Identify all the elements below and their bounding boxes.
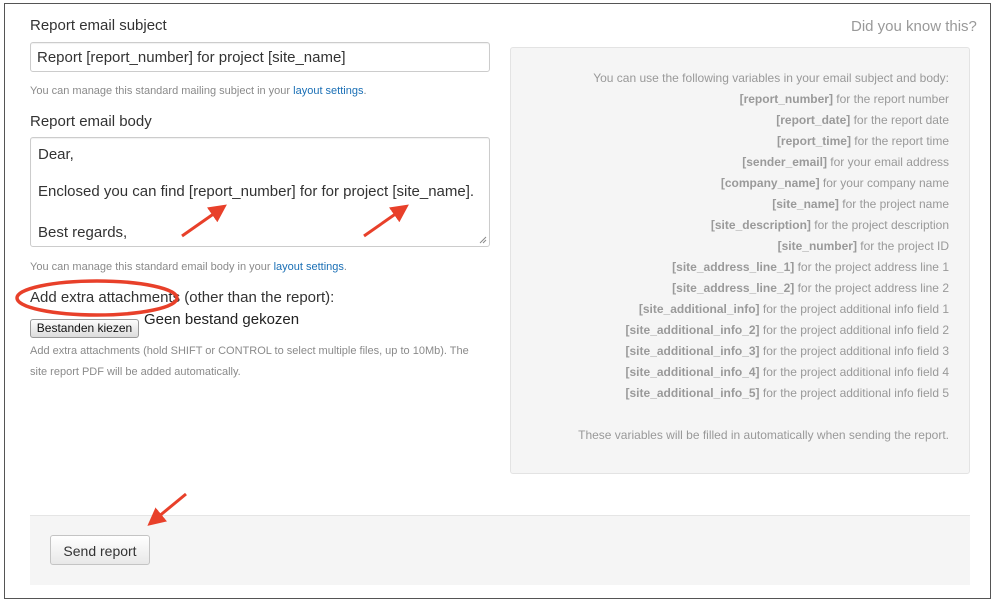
variable-name: [site_number] [777, 239, 857, 253]
subject-help: You can manage this standard mailing sub… [30, 81, 367, 102]
variable-description: for the project name [838, 197, 949, 211]
variable-name: [report_number] [739, 92, 833, 106]
info-title: Did you know this? [851, 18, 977, 35]
variable-description: for your email address [826, 155, 949, 169]
variable-name: [sender_email] [742, 155, 827, 169]
variable-name: [site_address_line_2] [672, 281, 795, 295]
variable-name: [site_additional_info_5] [625, 386, 760, 400]
variable-line: [report_number] for the report number [740, 92, 949, 106]
body-textarea[interactable]: Dear, Enclosed you can find [report_numb… [30, 137, 490, 247]
body-line: Dear, [38, 146, 74, 163]
body-help-suffix: . [343, 261, 347, 273]
variable-name: [company_name] [720, 176, 820, 190]
body-layout-settings-link[interactable]: layout settings [274, 261, 344, 273]
variable-line: [report_date] for the report date [776, 113, 949, 127]
variable-line: [site_name] for the project name [772, 197, 949, 211]
subject-layout-settings-link[interactable]: layout settings [293, 85, 363, 97]
send-report-button[interactable]: Send report [50, 535, 150, 565]
variable-name: [site_additional_info_4] [625, 365, 760, 379]
file-status: Geen bestand gekozen [144, 311, 300, 328]
choose-files-button[interactable]: Bestanden kiezen [30, 319, 139, 338]
variable-line: [site_additional_info_2] for the project… [626, 323, 949, 337]
subject-help-text: You can manage this standard mailing sub… [30, 85, 294, 97]
variable-line: [sender_email] for your email address [742, 155, 949, 169]
variable-line: [site_number] for the project ID [778, 239, 949, 253]
variable-description: for your company name [819, 176, 949, 190]
variable-description: for the project additional info field 1 [759, 302, 949, 316]
variables-info-panel: You can use the following variables in y… [510, 47, 970, 474]
variable-description: for the report time [850, 134, 949, 148]
variable-description: for the project description [810, 218, 949, 232]
body-line: Best regards, [38, 224, 128, 241]
variable-name: [report_time] [776, 134, 851, 148]
variable-line: [site_additional_info_4] for the project… [626, 365, 949, 379]
variable-line: [site_additional_info_5] for the project… [626, 386, 949, 400]
variable-line: [site_address_line_2] for the project ad… [672, 281, 949, 295]
variable-description: for the project additional info field 2 [759, 323, 949, 337]
variable-line: [site_additional_info] for the project a… [639, 302, 949, 316]
attachments-label: Add extra attachments (other than the re… [30, 289, 335, 306]
variable-description: for the project additional info field 4 [759, 365, 949, 379]
variable-name: [site_name] [772, 197, 839, 211]
variable-description: for the project address line 1 [794, 260, 949, 274]
form-footer [30, 515, 970, 585]
variable-name: [site_additional_info] [638, 302, 760, 316]
body-help: You can manage this standard email body … [30, 257, 347, 278]
variable-name: [report_date] [776, 113, 851, 127]
variable-line: [report_time] for the report time [777, 134, 949, 148]
variable-description: for the project additional info field 5 [759, 386, 949, 400]
subject-label: Report email subject [30, 17, 167, 34]
attachments-help-line: site report PDF will be added automatica… [30, 366, 241, 378]
attachments-help-line: Add extra attachments (hold SHIFT or CON… [30, 345, 469, 357]
body-label: Report email body [30, 113, 152, 130]
info-intro: You can use the following variables in y… [593, 71, 949, 85]
body-line: Enclosed you can find [report_number] fo… [38, 183, 475, 200]
variable-description: for the project additional info field 3 [759, 344, 949, 358]
variable-name: [site_additional_info_3] [625, 344, 760, 358]
subject-help-suffix: . [363, 85, 367, 97]
variable-description: for the project ID [856, 239, 949, 253]
subject-input[interactable] [30, 42, 490, 72]
variable-line: [site_additional_info_3] for the project… [626, 344, 949, 358]
variable-line: [company_name] for your company name [721, 176, 949, 190]
variable-line: [site_address_line_1] for the project ad… [672, 260, 949, 274]
variable-description: for the report date [850, 113, 949, 127]
resize-grip-icon[interactable] [479, 236, 487, 244]
body-help-text: You can manage this standard email body … [30, 261, 274, 273]
variable-description: for the project address line 2 [794, 281, 949, 295]
variable-name: [site_address_line_1] [672, 260, 795, 274]
info-outro: These variables will be filled in automa… [578, 428, 949, 442]
variable-name: [site_description] [710, 218, 811, 232]
variable-description: for the report number [832, 92, 949, 106]
variable-line: [site_description] for the project descr… [711, 218, 949, 232]
variable-name: [site_additional_info_2] [625, 323, 760, 337]
